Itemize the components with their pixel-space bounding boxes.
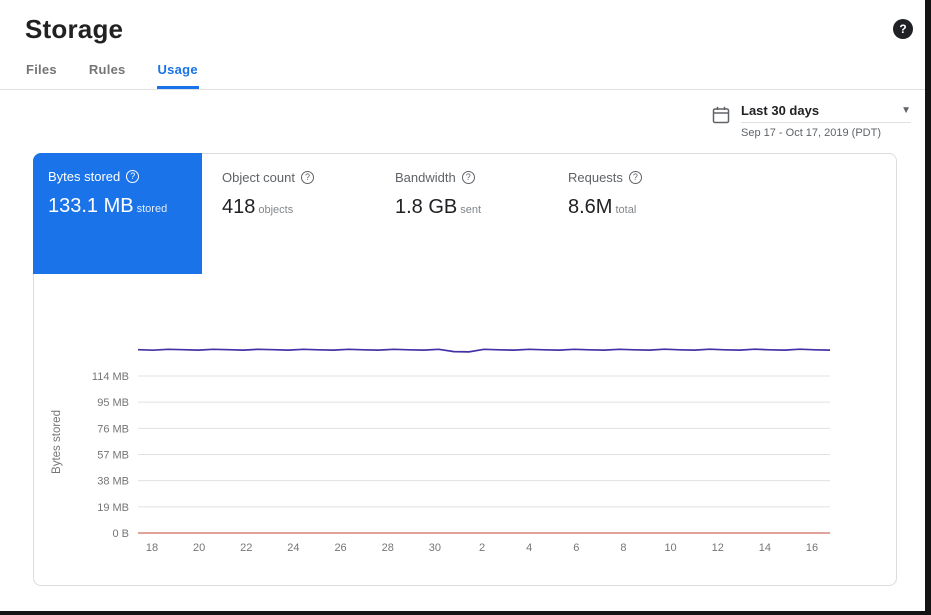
metric-bytes-stored[interactable]: Bytes stored ? 133.1 MBstored: [33, 153, 202, 274]
y-axis-tick-label: 38 MB: [97, 476, 129, 488]
metric-value-row: 133.1 MBstored: [48, 195, 192, 218]
date-range-value: Last 30 days: [741, 103, 819, 118]
tab-files[interactable]: Files: [25, 57, 58, 89]
metric-label: Bandwidth: [395, 170, 456, 185]
x-axis-tick-label: 22: [240, 542, 252, 554]
y-axis-tick-label: 57 MB: [97, 450, 129, 462]
metric-unit: stored: [137, 203, 168, 215]
x-axis-tick-label: 10: [664, 542, 676, 554]
y-axis-tick-label: 95 MB: [97, 397, 129, 409]
metric-value: 418: [222, 196, 255, 218]
page-title: Storage: [25, 14, 123, 45]
metric-label-row: Bandwidth ?: [395, 170, 538, 185]
help-glyph: ?: [899, 22, 906, 36]
help-circle-icon[interactable]: ?: [301, 171, 314, 184]
calendar-icon: [711, 105, 731, 125]
x-axis-tick-label: 26: [334, 542, 346, 554]
date-range-texts: Last 30 days ▼ Sep 17 - Oct 17, 2019 (PD…: [741, 103, 911, 139]
tab-usage[interactable]: Usage: [157, 57, 199, 89]
x-axis-tick-label: 4: [526, 542, 532, 554]
metric-value: 1.8 GB: [395, 196, 457, 218]
metric-unit: sent: [460, 204, 481, 216]
x-axis-tick-label: 20: [193, 542, 205, 554]
tab-rules[interactable]: Rules: [88, 57, 127, 89]
page-header: Storage ?: [0, 0, 925, 45]
storage-usage-screen: Storage ? Files Rules Usage Last 30 days: [0, 0, 925, 611]
date-range-selector[interactable]: Last 30 days ▼ Sep 17 - Oct 17, 2019 (PD…: [711, 103, 911, 148]
metric-bandwidth[interactable]: Bandwidth ? 1.8 GBsent: [375, 154, 548, 274]
x-axis-tick-label: 12: [712, 542, 724, 554]
metric-value: 8.6M: [568, 196, 612, 218]
date-range-toolbar: Last 30 days ▼ Sep 17 - Oct 17, 2019 (PD…: [0, 90, 925, 148]
date-range-field[interactable]: Last 30 days ▼: [741, 103, 911, 123]
x-axis-tick-label: 14: [759, 542, 771, 554]
date-range-detail: Sep 17 - Oct 17, 2019 (PDT): [741, 127, 911, 139]
metric-label: Requests: [568, 170, 623, 185]
y-axis-tick-label: 114 MB: [92, 371, 129, 383]
x-axis-tick-label: 18: [146, 542, 158, 554]
help-glyph: ?: [466, 173, 471, 182]
metric-value-row: 1.8 GBsent: [395, 196, 538, 219]
help-circle-icon[interactable]: ?: [462, 171, 475, 184]
metric-label: Object count: [222, 170, 295, 185]
usage-chart: 114 MB95 MB76 MB57 MB38 MB19 MB0 B182022…: [34, 274, 896, 574]
x-axis-tick-label: 24: [287, 542, 299, 554]
tab-bar: Files Rules Usage: [0, 57, 925, 90]
y-axis-title: Bytes stored: [51, 410, 63, 474]
help-circle-icon[interactable]: ?: [629, 171, 642, 184]
y-axis-tick-label: 76 MB: [97, 423, 129, 435]
y-axis-tick-label: 0 B: [112, 528, 129, 540]
x-axis-tick-label: 16: [806, 542, 818, 554]
x-axis-tick-label: 30: [429, 542, 441, 554]
help-glyph: ?: [633, 173, 638, 182]
help-glyph: ?: [130, 172, 135, 181]
x-axis-tick-label: 8: [620, 542, 626, 554]
metric-unit: objects: [258, 204, 293, 216]
metric-object-count[interactable]: Object count ? 418objects: [202, 154, 375, 274]
x-axis-tick-label: 2: [479, 542, 485, 554]
x-axis-tick-label: 6: [573, 542, 579, 554]
metric-label: Bytes stored: [48, 169, 120, 184]
help-icon[interactable]: ?: [893, 19, 913, 39]
x-axis-tick-label: 28: [382, 542, 394, 554]
metric-label-row: Bytes stored ?: [48, 169, 192, 184]
series-line-bytes-stored: [138, 349, 830, 352]
metric-label-row: Object count ?: [222, 170, 365, 185]
metric-unit: total: [615, 204, 636, 216]
usage-card: Bytes stored ? 133.1 MBstored Object cou…: [33, 153, 897, 586]
metric-value: 133.1 MB: [48, 195, 134, 217]
metric-label-row: Requests ?: [568, 170, 711, 185]
caret-down-icon: ▼: [901, 106, 911, 116]
metric-requests[interactable]: Requests ? 8.6Mtotal: [548, 154, 721, 274]
metrics-row: Bytes stored ? 133.1 MBstored Object cou…: [34, 154, 896, 274]
metric-value-row: 418objects: [222, 196, 365, 219]
metric-value-row: 8.6Mtotal: [568, 196, 711, 219]
y-axis-tick-label: 19 MB: [97, 502, 129, 514]
help-circle-icon[interactable]: ?: [126, 170, 139, 183]
help-glyph: ?: [305, 173, 310, 182]
